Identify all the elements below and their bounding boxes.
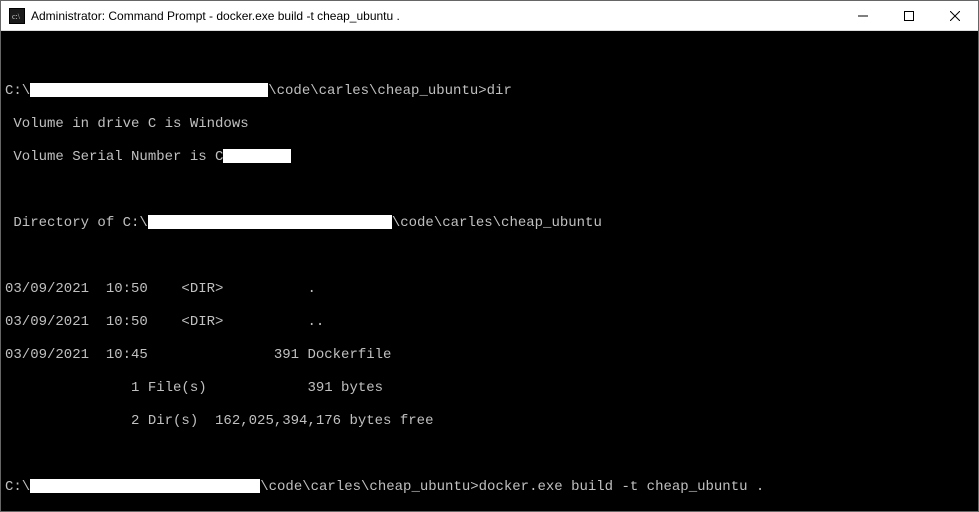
minimize-button[interactable]	[840, 1, 886, 30]
terminal-line: 1 File(s) 391 bytes	[5, 380, 974, 397]
terminal-line: 03/09/2021 10:45 391 Dockerfile	[5, 347, 974, 364]
cmd-icon: c:\	[9, 8, 25, 24]
redacted	[148, 215, 392, 229]
terminal-line: 2 Dir(s) 162,025,394,176 bytes free	[5, 413, 974, 430]
cmd-window: c:\ Administrator: Command Prompt - dock…	[0, 0, 979, 512]
terminal-line: Volume in drive C is Windows	[5, 116, 974, 133]
maximize-button[interactable]	[886, 1, 932, 30]
redacted	[223, 149, 291, 163]
terminal-line: Directory of C:\\code\carles\cheap_ubunt…	[5, 215, 974, 232]
terminal-body[interactable]: C:\\code\carles\cheap_ubuntu>dir Volume …	[1, 31, 978, 511]
terminal-line: 03/09/2021 10:50 <DIR> ..	[5, 314, 974, 331]
prompt-line: C:\\code\carles\cheap_ubuntu>docker.exe …	[5, 479, 974, 496]
redacted	[30, 479, 260, 493]
svg-text:c:\: c:\	[12, 12, 21, 21]
close-button[interactable]	[932, 1, 978, 30]
prompt-line: C:\\code\carles\cheap_ubuntu>dir	[5, 83, 974, 100]
terminal-line	[5, 248, 974, 265]
terminal-line: 03/09/2021 10:50 <DIR> .	[5, 281, 974, 298]
titlebar[interactable]: c:\ Administrator: Command Prompt - dock…	[1, 1, 978, 31]
window-controls	[840, 1, 978, 30]
redacted	[30, 83, 268, 97]
terminal-line: Volume Serial Number is C	[5, 149, 974, 166]
terminal-line	[5, 446, 974, 463]
terminal-line	[5, 182, 974, 199]
window-title: Administrator: Command Prompt - docker.e…	[31, 9, 840, 23]
terminal-line	[5, 50, 974, 67]
